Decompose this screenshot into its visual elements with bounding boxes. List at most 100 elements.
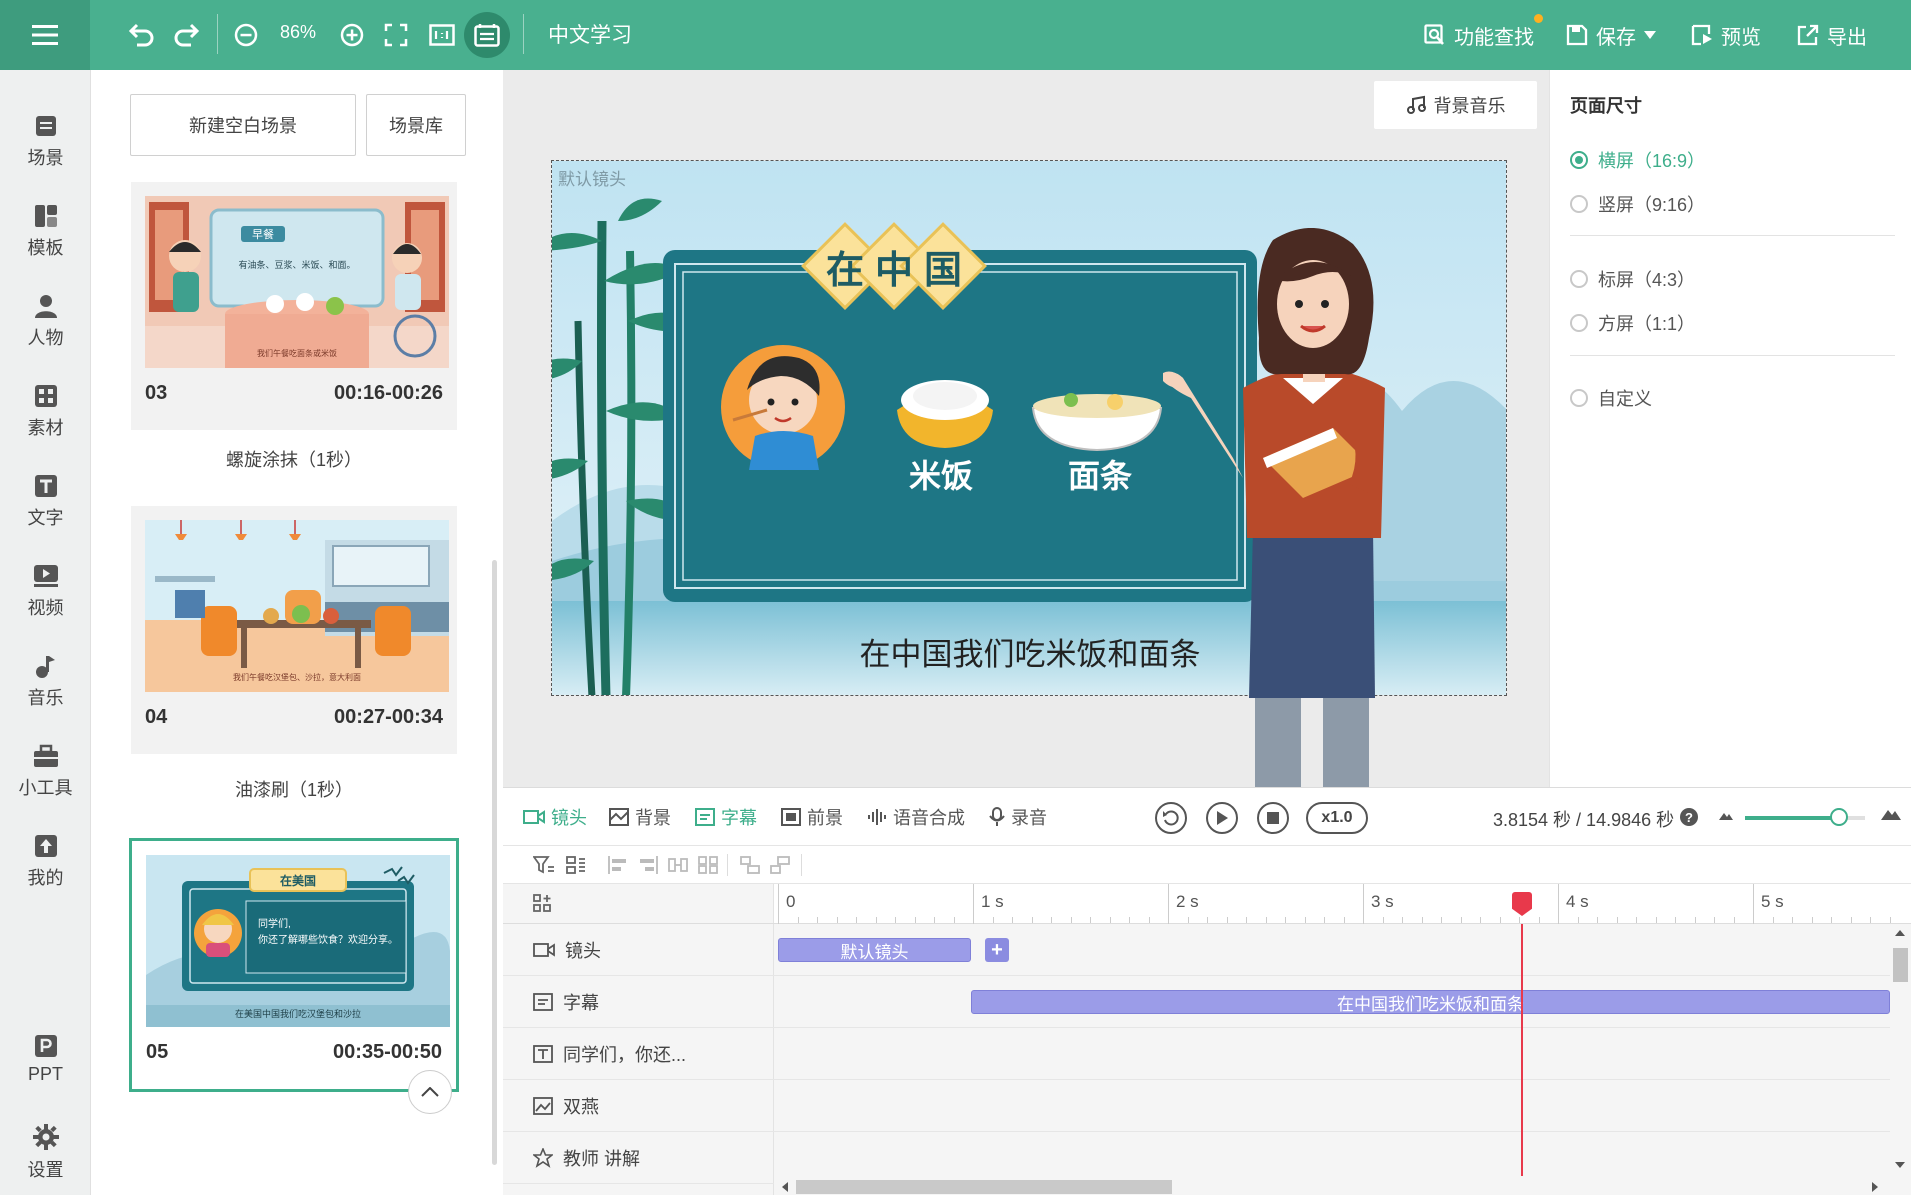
nav-label: 音乐 <box>27 688 64 708</box>
move-up-icon[interactable] <box>739 855 761 875</box>
zoom-slider-handle[interactable] <box>1829 808 1848 826</box>
track-header-camera[interactable]: 镜头 <box>503 924 774 976</box>
vertical-scroll-thumb[interactable] <box>1893 948 1908 982</box>
zoom-in-mountain-icon[interactable] <box>1881 806 1901 820</box>
caption-clip[interactable]: 在中国我们吃米饭和面条 <box>971 990 1890 1014</box>
new-blank-scene-button[interactable]: 新建空白场景 <box>130 94 356 156</box>
camera-clip[interactable]: 默认镜头 <box>778 938 971 962</box>
page-size-option-custom[interactable]: 自定义 <box>1570 385 1652 411</box>
track-header-image[interactable]: 双燕 <box>503 1080 774 1132</box>
preview-button[interactable]: 预览 <box>1691 19 1761 51</box>
nav-item-person[interactable]: 人物 <box>0 294 91 374</box>
camera-icon <box>533 942 555 957</box>
timeline-vertical-scrollbar[interactable] <box>1890 924 1911 1176</box>
upload-icon <box>34 835 57 857</box>
nav-item-music[interactable]: 音乐 <box>0 654 91 734</box>
zoom-in-button[interactable] <box>334 17 370 53</box>
scroll-left-icon[interactable] <box>782 1182 788 1192</box>
background-music-button[interactable]: 背景音乐 <box>1374 81 1537 129</box>
teacher-character[interactable] <box>1163 228 1403 787</box>
scene-card-05[interactable]: 在美国 同学们, 你还了解哪些饮食？欢迎分享。 在美国中国我们吃汉堡包和沙拉 0… <box>129 838 459 1092</box>
option-label: 横屏（16:9） <box>1598 151 1706 171</box>
scene-card-04[interactable]: 我们午餐吃汉堡包、沙拉，意大利面 04 00:27-00:34 <box>131 506 457 754</box>
track-header-character[interactable]: 教师 讲解 <box>503 1132 774 1184</box>
scene-library-button[interactable]: 场景库 <box>366 94 466 156</box>
thumb-caption: 我们午餐吃汉堡包、沙拉，意大利面 <box>233 672 361 682</box>
divider <box>1570 235 1895 236</box>
tab-caption[interactable]: 字幕 <box>695 804 757 830</box>
page-size-option-16-9[interactable]: 横屏（16:9） <box>1570 147 1705 173</box>
tab-background[interactable]: 背景 <box>609 804 671 830</box>
page-size-option-9-16[interactable]: 竖屏（9:16） <box>1570 191 1705 217</box>
zoom-out-button[interactable] <box>228 17 264 53</box>
horizontal-scroll-thumb[interactable] <box>796 1180 1172 1194</box>
ruler-minor-tick <box>1655 917 1657 923</box>
export-button[interactable]: 导出 <box>1797 19 1867 51</box>
menu-button[interactable] <box>0 0 90 70</box>
track-header-text[interactable]: 同学们，你还... <box>503 1028 774 1080</box>
scroll-up-icon[interactable] <box>1895 930 1905 936</box>
ruler-minor-tick <box>1285 917 1286 923</box>
collapse-button[interactable] <box>408 1070 452 1114</box>
add-camera-clip-button[interactable]: + <box>985 938 1009 962</box>
tab-voice-synthesis[interactable]: 语音合成 <box>867 804 965 830</box>
feature-search-button[interactable]: 功能查找 <box>1424 19 1534 51</box>
transition-label[interactable]: 螺旋涂抹（1秒） <box>131 446 457 472</box>
timeline-horizontal-scrollbar[interactable] <box>774 1176 1890 1195</box>
nav-item-settings[interactable]: 设置 <box>0 1124 91 1195</box>
thumb-title: 早餐 <box>252 227 274 241</box>
page-size-option-4-3[interactable]: 标屏（4:3） <box>1570 266 1695 292</box>
nav-item-toolbox[interactable]: 小工具 <box>0 744 91 824</box>
filter-icon[interactable] <box>533 855 555 875</box>
transition-label[interactable]: 油漆刷（1秒） <box>131 776 457 802</box>
distribute-horizontal-icon[interactable] <box>667 855 689 875</box>
nav-label: 视频 <box>27 598 64 618</box>
time-readout: 3.8154 秒 / 14.9846 秒 <box>1493 810 1675 830</box>
tab-camera[interactable]: 镜头 <box>523 804 587 830</box>
ruler-minor-tick <box>1246 917 1247 923</box>
nav-item-material[interactable]: 素材 <box>0 384 91 464</box>
redo-button[interactable] <box>168 17 204 53</box>
playback-speed-button[interactable]: x1.0 <box>1306 802 1368 834</box>
group-layers-icon[interactable] <box>565 855 587 875</box>
help-icon[interactable]: ? <box>1680 808 1698 826</box>
track-header-caption[interactable]: 字幕 <box>503 976 774 1028</box>
play-button[interactable] <box>1206 802 1238 834</box>
align-right-icon[interactable] <box>637 855 659 875</box>
track-layout-icon[interactable] <box>533 894 551 912</box>
tab-foreground[interactable]: 前景 <box>781 804 843 830</box>
scroll-down-icon[interactable] <box>1895 1162 1905 1168</box>
nav-item-ppt[interactable]: PPT <box>0 1034 91 1114</box>
timeline-zoom-slider[interactable] <box>1745 808 1865 826</box>
nav-item-scene[interactable]: 场景 <box>0 114 91 194</box>
zoom-out-mountain-icon[interactable] <box>1719 810 1733 820</box>
subtitle-mode-button[interactable] <box>464 12 510 58</box>
undo-button[interactable] <box>124 17 160 53</box>
nav-item-template[interactable]: 模板 <box>0 204 91 284</box>
move-down-icon[interactable] <box>769 855 791 875</box>
save-button[interactable]: 保存 <box>1566 19 1656 51</box>
project-title[interactable]: 中文学习 <box>548 19 632 49</box>
time-ruler[interactable]: 0 1 s 2 s 3 s 4 s 5 s <box>774 884 1911 924</box>
scene-card-03[interactable]: 早餐 有油条、豆浆、米饭、和面。 我们午餐吃面条或米饭 03 00:16-00:… <box>131 182 457 430</box>
timeline: 镜头 背景 字幕 前景 语音合成 录音 x1.0 3.8154 秒 / 14.9… <box>503 787 1911 1195</box>
scroll-right-icon[interactable] <box>1872 1182 1878 1192</box>
fullscreen-button[interactable] <box>378 17 414 53</box>
export-icon <box>1797 24 1819 46</box>
rewind-button[interactable] <box>1155 802 1187 834</box>
ruler-minor-tick <box>1519 917 1520 923</box>
stop-button[interactable] <box>1257 802 1289 834</box>
character-icon <box>533 1147 553 1168</box>
actual-size-button[interactable] <box>424 17 460 53</box>
toolbox-icon <box>33 744 58 767</box>
distribute-grid-icon[interactable] <box>697 855 719 875</box>
track-row-text <box>774 1028 1890 1080</box>
nav-item-text[interactable]: 文字 <box>0 474 91 554</box>
nav-item-mine[interactable]: 我的 <box>0 834 91 914</box>
scene-panel-scrollbar[interactable] <box>492 560 497 1165</box>
align-left-icon[interactable] <box>607 855 629 875</box>
nav-item-video[interactable]: 视频 <box>0 564 91 644</box>
tab-recording[interactable]: 录音 <box>989 804 1047 830</box>
zoom-in-icon <box>340 23 364 47</box>
page-size-option-1-1[interactable]: 方屏（1:1） <box>1570 310 1695 336</box>
